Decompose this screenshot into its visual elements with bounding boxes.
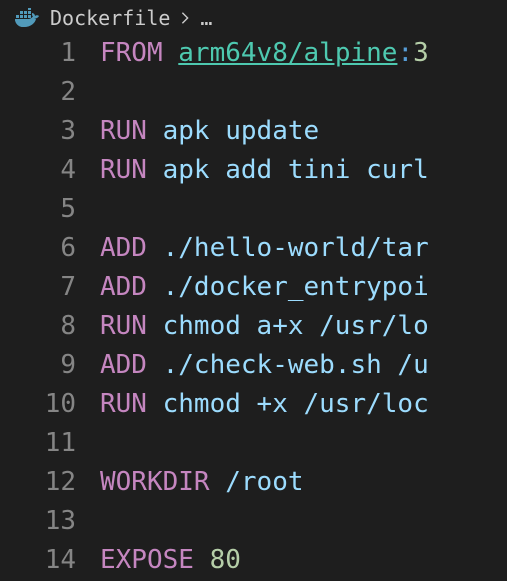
code-line[interactable]: ADD ./hello-world/tar xyxy=(100,229,507,268)
code-line[interactable] xyxy=(100,424,507,463)
code-line[interactable]: ADD ./docker_entrypoi xyxy=(100,268,507,307)
code-line[interactable]: RUN apk add tini curl xyxy=(100,151,507,190)
token-plain xyxy=(147,350,163,380)
chevron-right-icon xyxy=(178,6,192,30)
token-plain xyxy=(147,233,163,263)
token-plain xyxy=(194,545,210,575)
token-num: 80 xyxy=(210,545,241,575)
line-number: 1 xyxy=(0,34,76,73)
line-number: 3 xyxy=(0,112,76,151)
breadcrumb[interactable]: Dockerfile … xyxy=(0,0,507,34)
token-link: arm64v8/alpine xyxy=(178,38,397,68)
code-line[interactable] xyxy=(100,73,507,112)
line-number: 6 xyxy=(0,229,76,268)
token-plain xyxy=(210,467,226,497)
token-kw: WORKDIR xyxy=(100,467,210,497)
line-number: 11 xyxy=(0,424,76,463)
code-content[interactable]: FROM arm64v8/alpine:3RUN apk updateRUN a… xyxy=(100,34,507,580)
token-kw: RUN xyxy=(100,311,147,341)
token-arg: ./hello-world/tar xyxy=(163,233,429,263)
token-kw: ADD xyxy=(100,350,147,380)
code-editor[interactable]: 1234567891011121314 FROM arm64v8/alpine:… xyxy=(0,34,507,580)
token-kw: ADD xyxy=(100,233,147,263)
token-kw: ADD xyxy=(100,272,147,302)
breadcrumb-ellipsis[interactable]: … xyxy=(200,6,213,30)
token-kw: RUN xyxy=(100,116,147,146)
line-number: 14 xyxy=(0,541,76,580)
line-number: 5 xyxy=(0,190,76,229)
token-plain xyxy=(147,389,163,419)
line-number: 13 xyxy=(0,502,76,541)
line-number: 4 xyxy=(0,151,76,190)
token-arg: ./docker_entrypoi xyxy=(163,272,429,302)
code-line[interactable]: RUN apk update xyxy=(100,112,507,151)
line-number: 12 xyxy=(0,463,76,502)
token-plain xyxy=(163,38,179,68)
token-plain xyxy=(147,155,163,185)
token-arg: /root xyxy=(225,467,303,497)
token-kw: RUN xyxy=(100,155,147,185)
breadcrumb-filename[interactable]: Dockerfile xyxy=(50,6,170,30)
token-plain xyxy=(147,311,163,341)
token-plain xyxy=(147,116,163,146)
line-number: 8 xyxy=(0,307,76,346)
line-number: 7 xyxy=(0,268,76,307)
code-line[interactable] xyxy=(100,190,507,229)
token-kw: RUN xyxy=(100,389,147,419)
token-arg: chmod +x /usr/loc xyxy=(163,389,429,419)
code-line[interactable]: ADD ./check-web.sh /u xyxy=(100,346,507,385)
code-line[interactable]: WORKDIR /root xyxy=(100,463,507,502)
code-line[interactable]: EXPOSE 80 xyxy=(100,541,507,580)
token-arg: apk add tini curl xyxy=(163,155,429,185)
token-arg: apk update xyxy=(163,116,320,146)
token-num: 3 xyxy=(413,38,429,68)
line-number-gutter: 1234567891011121314 xyxy=(0,34,100,580)
token-plain xyxy=(147,272,163,302)
line-number: 10 xyxy=(0,385,76,424)
token-arg: chmod a+x /usr/lo xyxy=(163,311,429,341)
token-kw: FROM xyxy=(100,38,163,68)
code-line[interactable] xyxy=(100,502,507,541)
code-line[interactable]: FROM arm64v8/alpine:3 xyxy=(100,34,507,73)
token-op: : xyxy=(397,38,413,68)
docker-icon xyxy=(14,8,42,28)
token-kw: EXPOSE xyxy=(100,545,194,575)
line-number: 2 xyxy=(0,73,76,112)
line-number: 9 xyxy=(0,346,76,385)
code-line[interactable]: RUN chmod +x /usr/loc xyxy=(100,385,507,424)
token-arg: ./check-web.sh /u xyxy=(163,350,429,380)
code-line[interactable]: RUN chmod a+x /usr/lo xyxy=(100,307,507,346)
